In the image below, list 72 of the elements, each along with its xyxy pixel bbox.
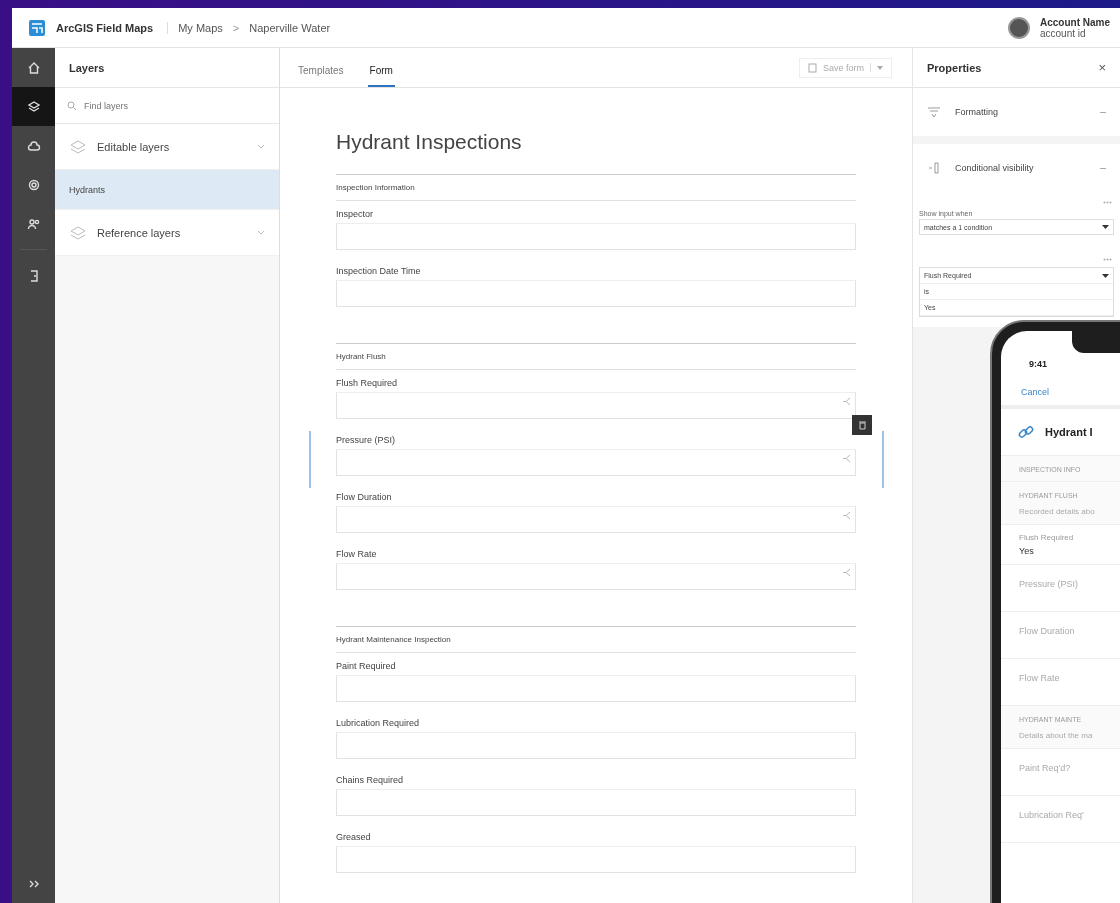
cloud-icon: [26, 138, 41, 153]
status-time: 9:41: [1029, 358, 1048, 371]
delete-button[interactable]: [852, 415, 872, 435]
avatar[interactable]: [1008, 16, 1030, 39]
field-label: Flow Rate: [336, 549, 378, 559]
form-title: Hydrant Inspections: [336, 130, 523, 154]
field-label: Chains Required: [336, 775, 405, 785]
app-name: ArcGIS Field Maps: [56, 21, 169, 34]
field-label: Flush Required: [336, 378, 399, 388]
home-icon: [26, 60, 41, 75]
field-label: Lubrication Required: [336, 718, 421, 728]
chevron-down-icon: [257, 229, 265, 236]
trash-icon: [857, 420, 867, 430]
field-label: Flush Required: [1019, 533, 1075, 542]
field-label: Inspector: [336, 209, 375, 219]
cancel-link[interactable]: Cancel: [1001, 381, 1120, 409]
group-description: Recorded details abo: [1019, 507, 1096, 516]
input-field[interactable]: [336, 506, 856, 533]
breadcrumb-link[interactable]: My Maps: [178, 21, 223, 34]
field-label: Paint Required: [336, 661, 397, 671]
tab[interactable]: Form: [367, 65, 395, 87]
chevron-down-icon: [257, 143, 265, 150]
layer-list-item[interactable]: Reference layers: [55, 210, 279, 256]
form-title: Hydrant I: [1045, 426, 1093, 438]
breadcrumb-separator: >: [232, 21, 240, 34]
input-field[interactable]: [336, 563, 856, 590]
group-heading[interactable]: Hydrant Flush: [336, 343, 856, 370]
field-label: Pressure (PSI): [336, 435, 396, 445]
caret-icon: [877, 66, 883, 70]
field-label: Flow Duration: [336, 492, 393, 502]
input-field[interactable]: [336, 280, 856, 307]
visibility-rule-icon: [927, 161, 941, 175]
stack-icon: [69, 224, 87, 241]
filter-icon: [927, 106, 941, 118]
input-field[interactable]: [336, 675, 856, 702]
panel-title: Properties: [927, 61, 983, 74]
dropdown-arrow-icon: [1102, 273, 1109, 278]
layer-name: Hydrants: [69, 184, 106, 195]
dropdown-arrow-icon: [1102, 225, 1109, 229]
layer-list-item[interactable]: Hydrants: [55, 170, 279, 210]
group-heading[interactable]: Inspection Information: [336, 174, 856, 201]
input-field[interactable]: [336, 392, 856, 419]
field-label: Inspection Date Time: [336, 266, 422, 276]
breadcrumb-link[interactable]: Naperville Water: [249, 21, 331, 34]
input-field[interactable]: [336, 223, 856, 250]
search-icon: [67, 100, 77, 111]
section-title[interactable]: Conditional visibility: [955, 163, 1086, 173]
account-name: Account Name: [1040, 16, 1110, 28]
panel-title: Layers: [55, 48, 279, 88]
group-heading[interactable]: Hydrant Maintenance Inspection: [336, 626, 856, 653]
field-value[interactable]: Yes: [1019, 546, 1120, 556]
stack-icon: [69, 138, 87, 155]
input-field[interactable]: [336, 789, 856, 816]
people-icon: [26, 216, 41, 231]
field-label: Greased: [336, 832, 372, 842]
more-icon[interactable]: [1103, 258, 1112, 261]
input-field[interactable]: [336, 846, 856, 873]
input-field[interactable]: [336, 449, 856, 476]
save-icon: [808, 62, 817, 73]
layer-name: Reference layers: [97, 226, 182, 239]
layer-name: Editable layers: [97, 140, 171, 153]
app-logo-icon: [28, 18, 46, 37]
more-icon[interactable]: [1103, 201, 1112, 204]
layers-icon: [26, 99, 41, 114]
layer-list-item[interactable]: Editable layers: [55, 124, 279, 170]
section-title[interactable]: Formatting: [955, 107, 1086, 117]
group-description: Details about the ma: [1019, 731, 1094, 740]
link-icon: [1017, 423, 1035, 441]
account-id: account id: [1040, 27, 1087, 39]
input-field[interactable]: [336, 732, 856, 759]
tab[interactable]: Templates: [296, 65, 346, 87]
close-button[interactable]: ×: [1098, 60, 1106, 75]
